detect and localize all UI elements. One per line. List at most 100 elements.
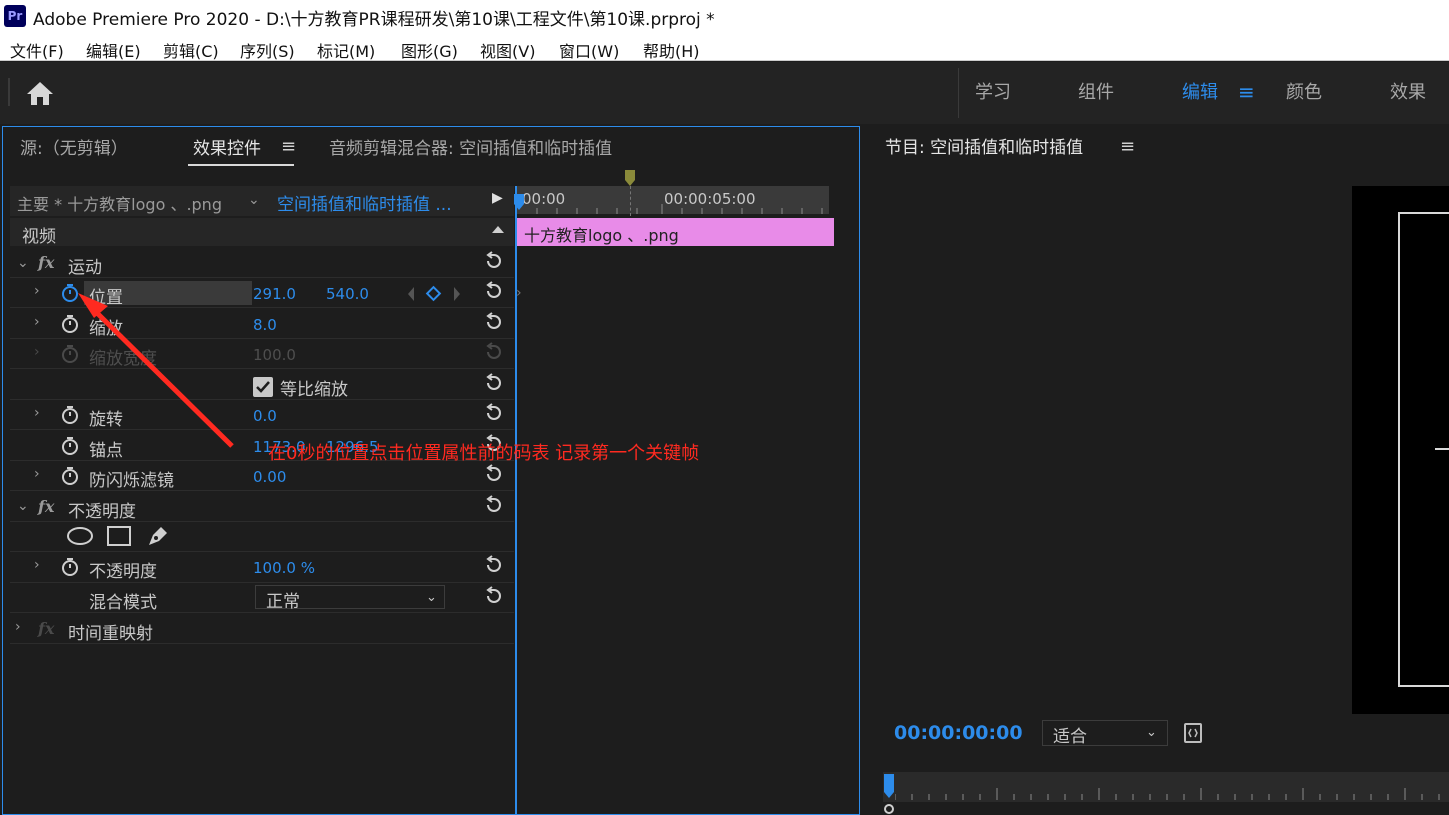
anti-flicker-value[interactable]: 0.00	[253, 468, 286, 486]
tab-source[interactable]: 源:（无剪辑）	[20, 134, 128, 159]
keyframe-navigator[interactable]	[406, 284, 466, 304]
tab-audio-clip-mixer[interactable]: 音频剪辑混合器: 空间插值和临时插值	[329, 134, 612, 159]
opacity-collapse-icon[interactable]: ⌄	[17, 498, 29, 514]
menu-clip[interactable]: 剪辑(C)	[163, 38, 219, 62]
reset-icon[interactable]	[484, 251, 504, 271]
chevron-down-icon[interactable]: ⌄	[426, 590, 437, 605]
window-title: Adobe Premiere Pro 2020 - D:\十方教育PR课程研发\…	[33, 10, 715, 30]
checkmark-icon	[256, 381, 270, 393]
expand-arrow-icon[interactable]: ›	[15, 619, 21, 635]
opacity-label: 不透明度	[89, 562, 157, 582]
effect-controls-menu-icon[interactable]: ≡	[281, 136, 296, 157]
workspace-tab-assembly[interactable]: 组件	[1078, 78, 1114, 104]
row-divider	[10, 338, 514, 339]
fx-icon[interactable]: fx	[38, 497, 54, 516]
stopwatch-icon	[62, 345, 78, 363]
menu-edit[interactable]: 编辑(E)	[86, 38, 141, 62]
motion-effect-label: 运动	[68, 258, 102, 278]
program-monitor-title[interactable]: 节目: 空间插值和临时插值	[885, 133, 1083, 158]
scale-value[interactable]: 8.0	[253, 316, 277, 334]
menu-window[interactable]: 窗口(W)	[559, 38, 619, 62]
anti-flicker-label: 防闪烁滤镜	[89, 471, 174, 491]
sequence-clip-label[interactable]: 空间插值和临时插值 ...	[277, 190, 452, 215]
playhead-icon[interactable]	[514, 190, 524, 210]
stopwatch-icon[interactable]	[61, 314, 79, 334]
blend-mode-value[interactable]: 正常	[266, 587, 300, 612]
menu-help[interactable]: 帮助(H)	[643, 38, 700, 62]
menu-file[interactable]: 文件(F)	[10, 38, 64, 62]
master-clip-label[interactable]: 主要 * 十方教育logo 、.png	[17, 191, 222, 215]
ellipse-mask-icon[interactable]	[66, 526, 94, 546]
expand-arrow-icon: ›	[34, 344, 40, 360]
stopwatch-icon[interactable]	[61, 436, 79, 456]
chevron-down-icon[interactable]: ⌄	[248, 192, 260, 208]
row-divider	[10, 429, 514, 430]
reset-icon[interactable]	[484, 373, 504, 393]
position-y-value[interactable]: 540.0	[326, 285, 369, 303]
menu-view[interactable]: 视图(V)	[480, 38, 535, 62]
keyframe-arrow-icon: ›	[516, 285, 522, 301]
workspace-bar	[0, 62, 1449, 124]
workspace-tab-editing[interactable]: 编辑	[1182, 78, 1218, 104]
settings-bracket-icon[interactable]	[1184, 723, 1202, 743]
menu-markers[interactable]: 标记(M)	[317, 38, 375, 62]
menu-graphics[interactable]: 图形(G)	[401, 38, 458, 62]
safe-area-tick	[1435, 448, 1449, 450]
uniform-scale-checkbox[interactable]	[253, 377, 273, 397]
row-divider	[10, 582, 514, 583]
expand-arrow-icon[interactable]: ›	[34, 283, 40, 299]
workspace-tab-color[interactable]: 颜色	[1286, 78, 1322, 104]
work-area-marker-icon[interactable]	[625, 170, 635, 186]
rotation-value[interactable]: 0.0	[253, 407, 277, 425]
reset-icon[interactable]	[484, 586, 504, 606]
position-x-value[interactable]: 291.0	[253, 285, 296, 303]
stopwatch-icon[interactable]	[61, 405, 79, 425]
pen-mask-icon[interactable]	[146, 524, 170, 548]
scale-label: 缩放	[89, 319, 123, 339]
fx-icon[interactable]: fx	[38, 253, 54, 272]
expand-arrow-icon[interactable]: ›	[34, 557, 40, 573]
program-playhead-icon[interactable]	[883, 774, 895, 815]
zoom-fit-value[interactable]: 适合	[1053, 722, 1087, 747]
reset-icon[interactable]	[484, 495, 504, 515]
motion-collapse-icon[interactable]: ⌄	[17, 255, 29, 271]
menu-sequence[interactable]: 序列(S)	[240, 38, 295, 62]
workspace-tab-learn[interactable]: 学习	[975, 78, 1011, 104]
chevron-down-icon[interactable]: ⌄	[1146, 725, 1157, 740]
rectangle-mask-icon[interactable]	[106, 526, 132, 546]
opacity-effect-label: 不透明度	[68, 502, 136, 522]
expand-arrow-icon[interactable]: ›	[34, 405, 40, 421]
premiere-logo-icon: Pr	[4, 5, 26, 27]
current-time-indicator-line	[515, 186, 517, 815]
scale-width-label: 缩放宽度	[89, 349, 157, 369]
row-divider	[10, 551, 514, 552]
reset-icon[interactable]	[484, 312, 504, 332]
stopwatch-icon[interactable]	[61, 466, 79, 486]
workspace-menu-icon[interactable]: ≡	[1238, 80, 1255, 104]
stopwatch-icon[interactable]	[61, 557, 79, 577]
tab-effect-controls[interactable]: 效果控件	[193, 134, 261, 159]
rotation-label: 旋转	[89, 410, 123, 430]
row-divider	[10, 490, 514, 491]
scroll-up-icon[interactable]	[492, 226, 504, 233]
reset-icon[interactable]	[484, 555, 504, 575]
workspace-tab-effects[interactable]: 效果	[1390, 78, 1426, 104]
reset-icon[interactable]	[484, 281, 504, 301]
opacity-value[interactable]: 100.0 %	[253, 559, 315, 577]
expand-arrow-icon[interactable]: ›	[34, 466, 40, 482]
program-menu-icon[interactable]: ≡	[1120, 136, 1135, 157]
row-divider	[10, 399, 514, 400]
uniform-scale-label: 等比缩放	[280, 380, 348, 400]
tutorial-annotation: 在0秒的位置点击位置属性前的码表 记录第一个关键帧	[268, 443, 700, 464]
timeline-clip-label: 十方教育logo 、.png	[524, 226, 679, 245]
timeline-tc-start: 00:00	[522, 190, 566, 208]
play-only-clip-icon[interactable]: ▶	[492, 190, 503, 206]
expand-arrow-icon[interactable]: ›	[34, 314, 40, 330]
program-timecode[interactable]: 00:00:00:00	[894, 722, 1023, 744]
row-divider	[10, 368, 514, 369]
stopwatch-icon[interactable]	[61, 283, 79, 303]
reset-icon[interactable]	[484, 464, 504, 484]
active-tab-indicator	[188, 164, 294, 166]
home-icon[interactable]	[26, 80, 54, 106]
reset-icon[interactable]	[484, 403, 504, 423]
